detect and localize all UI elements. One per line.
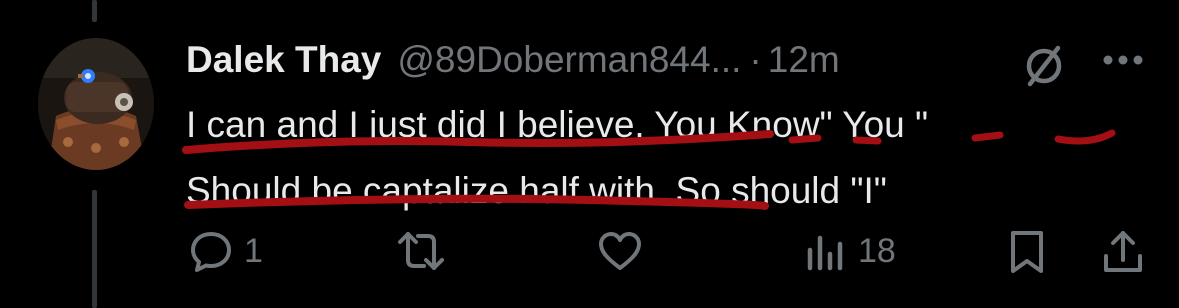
tweet-timestamp[interactable]: 12m [768,39,840,81]
reply-count: 1 [244,231,263,270]
tweet-body: I can and I just did I believe. You Know… [186,92,1166,224]
comment-bubble-icon [191,232,231,272]
ellipsis-icon[interactable] [1098,48,1148,72]
bookmark-button[interactable] [1004,228,1050,276]
views-button[interactable]: 18 [802,228,896,274]
dalek-avatar-image [38,38,154,170]
bookmark-icon [1011,231,1043,273]
thread-connector-top [92,0,97,22]
share-button[interactable] [1100,228,1146,276]
header-separator: · [749,39,762,80]
heart-icon [599,232,641,270]
avatar[interactable] [38,38,154,170]
like-button[interactable] [596,228,654,274]
tweet-text-line-2: Should be captalize half with. So should… [186,170,887,211]
tweet-header: Dalek Thay @89Doberman844... · 12m [186,36,840,84]
share-upload-icon [1104,231,1142,272]
bar-chart-icon [807,235,843,271]
grok-slash-circle-icon[interactable] [1018,38,1070,90]
retweet-button[interactable] [396,228,456,274]
author-handle[interactable]: @89Doberman844... [397,39,741,81]
thread-connector-bottom [92,190,97,308]
author-display-name[interactable]: Dalek Thay [186,39,381,81]
reply-button[interactable]: 1 [188,228,263,274]
retweet-arrows-icon [398,232,444,270]
views-count: 18 [858,231,896,270]
tweet-text-line-1: I can and I just did I believe. You Know… [186,104,929,145]
